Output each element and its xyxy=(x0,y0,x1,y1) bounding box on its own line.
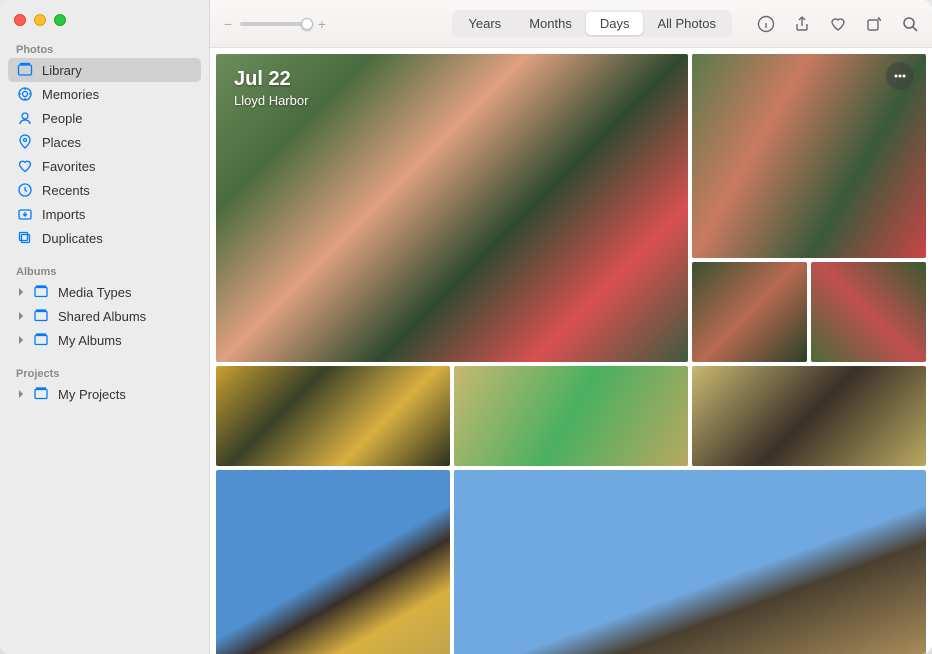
album-icon xyxy=(32,307,50,325)
sidebar-item-label: Recents xyxy=(42,183,90,198)
zoom-slider-thumb[interactable] xyxy=(301,18,313,30)
sidebar-item-label: My Albums xyxy=(58,333,122,348)
window-controls xyxy=(0,0,209,36)
photo-tile[interactable] xyxy=(692,262,807,362)
sidebar-item-label: Memories xyxy=(42,87,99,102)
sidebar-item-media-types[interactable]: Media Types xyxy=(8,280,201,304)
album-icon xyxy=(32,283,50,301)
sidebar-item-memories[interactable]: Memories xyxy=(8,82,201,106)
sidebar-item-label: Favorites xyxy=(42,159,95,174)
sidebar-item-places[interactable]: Places xyxy=(8,130,201,154)
album-icon xyxy=(32,331,50,349)
sidebar-section-projects: Projects My Projects xyxy=(0,360,209,414)
tab-days[interactable]: Days xyxy=(586,12,644,35)
main-area: − + Years Months Days All Photos xyxy=(210,0,932,654)
sidebar-section-photos: Photos Library Memories People Places Fa… xyxy=(0,36,209,258)
more-button[interactable] xyxy=(886,62,914,90)
sidebar-item-my-projects[interactable]: My Projects xyxy=(8,382,201,406)
chevron-right-icon xyxy=(16,311,26,321)
photo-tile-hero[interactable]: Jul 22 Lloyd Harbor xyxy=(216,54,688,362)
zoom-in-icon[interactable]: + xyxy=(316,16,328,32)
search-icon[interactable] xyxy=(900,14,920,34)
sidebar-item-label: Imports xyxy=(42,207,85,222)
chevron-right-icon xyxy=(16,287,26,297)
close-button[interactable] xyxy=(14,14,26,26)
photos-window: Photos Library Memories People Places Fa… xyxy=(0,0,932,654)
section-header-albums: Albums xyxy=(8,260,201,280)
toolbar-actions xyxy=(756,14,920,34)
sidebar-item-my-albums[interactable]: My Albums xyxy=(8,328,201,352)
photo-tile[interactable] xyxy=(454,366,688,466)
info-icon[interactable] xyxy=(756,14,776,34)
photo-tile[interactable] xyxy=(692,366,926,466)
hero-date: Jul 22 xyxy=(234,68,308,91)
photo-tile[interactable] xyxy=(216,470,450,654)
imports-icon xyxy=(16,205,34,223)
sidebar: Photos Library Memories People Places Fa… xyxy=(0,0,210,654)
sidebar-item-label: Duplicates xyxy=(42,231,103,246)
people-icon xyxy=(16,109,34,127)
sidebar-item-label: My Projects xyxy=(58,387,126,402)
photo-tile[interactable] xyxy=(216,366,450,466)
sidebar-item-people[interactable]: People xyxy=(8,106,201,130)
clock-icon xyxy=(16,181,34,199)
memories-icon xyxy=(16,85,34,103)
toolbar: − + Years Months Days All Photos xyxy=(210,0,932,48)
duplicates-icon xyxy=(16,229,34,247)
share-icon[interactable] xyxy=(792,14,812,34)
sidebar-item-duplicates[interactable]: Duplicates xyxy=(8,226,201,250)
photo-tile[interactable] xyxy=(454,470,926,654)
sidebar-item-label: Places xyxy=(42,135,81,150)
places-icon xyxy=(16,133,34,151)
sidebar-item-imports[interactable]: Imports xyxy=(8,202,201,226)
tab-months[interactable]: Months xyxy=(515,12,586,35)
view-tabs: Years Months Days All Photos xyxy=(452,10,732,37)
sidebar-item-label: People xyxy=(42,111,82,126)
sidebar-item-label: Shared Albums xyxy=(58,309,146,324)
rotate-icon[interactable] xyxy=(864,14,884,34)
chevron-right-icon xyxy=(16,335,26,345)
photo-tile[interactable] xyxy=(811,262,926,362)
sidebar-item-label: Library xyxy=(42,63,82,78)
sidebar-item-recents[interactable]: Recents xyxy=(8,178,201,202)
photo-grid: Jul 22 Lloyd Harbor xyxy=(216,54,926,654)
sidebar-item-label: Media Types xyxy=(58,285,131,300)
zoom-control: − + xyxy=(222,16,328,32)
album-icon xyxy=(32,385,50,403)
photo-content: Jul 22 Lloyd Harbor xyxy=(210,48,932,654)
sidebar-item-shared-albums[interactable]: Shared Albums xyxy=(8,304,201,328)
section-header-projects: Projects xyxy=(8,362,201,382)
tab-years[interactable]: Years xyxy=(454,12,515,35)
hero-location: Lloyd Harbor xyxy=(234,93,308,108)
minimize-button[interactable] xyxy=(34,14,46,26)
zoom-slider[interactable] xyxy=(240,22,310,26)
sidebar-section-albums: Albums Media Types Shared Albums My Albu… xyxy=(0,258,209,360)
hero-label: Jul 22 Lloyd Harbor xyxy=(234,68,308,108)
chevron-right-icon xyxy=(16,389,26,399)
sidebar-item-library[interactable]: Library xyxy=(8,58,201,82)
maximize-button[interactable] xyxy=(54,14,66,26)
zoom-out-icon[interactable]: − xyxy=(222,16,234,32)
heart-icon xyxy=(16,157,34,175)
tab-all-photos[interactable]: All Photos xyxy=(643,12,730,35)
library-icon xyxy=(16,61,34,79)
sidebar-item-favorites[interactable]: Favorites xyxy=(8,154,201,178)
section-header-photos: Photos xyxy=(8,38,201,58)
favorite-icon[interactable] xyxy=(828,14,848,34)
